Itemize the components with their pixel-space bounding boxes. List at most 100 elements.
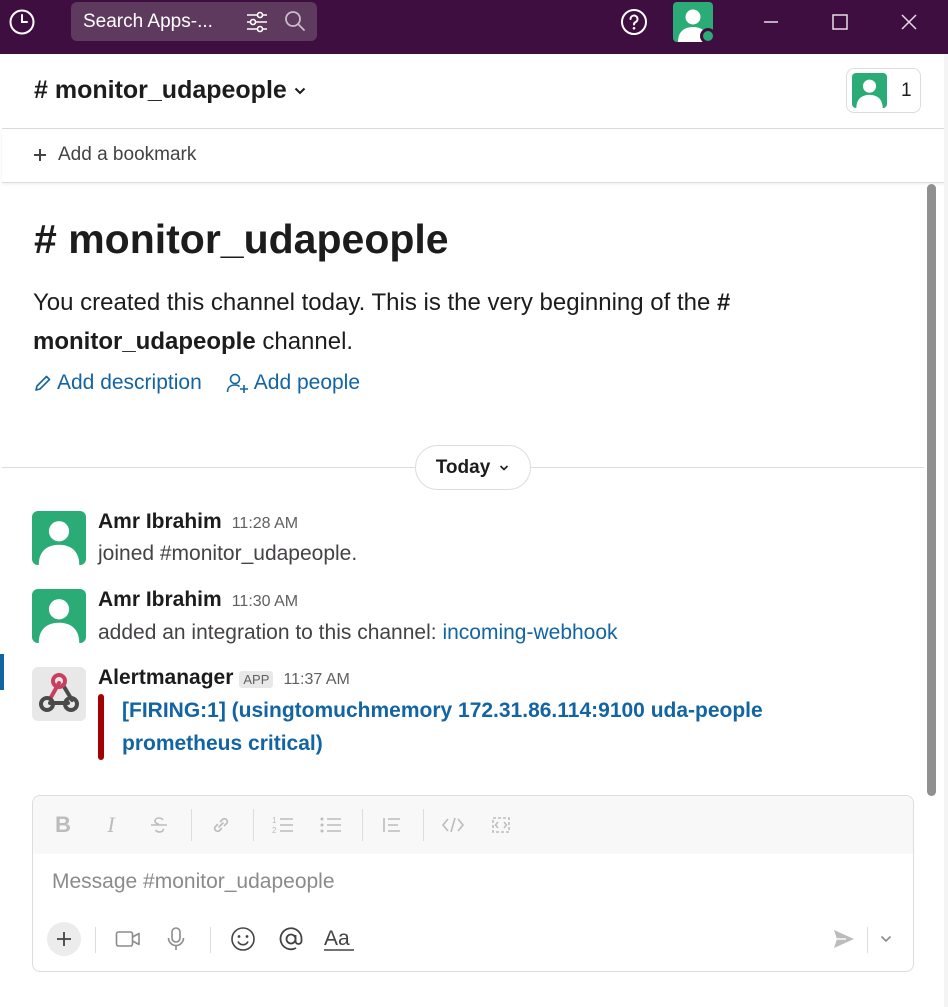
add-people-link[interactable]: Add people [226,371,360,395]
title-bar: Search Apps-... [0,0,948,54]
microphone-icon [167,927,185,950]
search-icon[interactable] [283,9,307,33]
svg-text:2: 2 [272,826,277,835]
link-icon[interactable] [206,810,236,840]
formatting-toggle-button[interactable]: Aa [322,922,356,956]
hash-symbol: # [34,216,69,262]
bold-icon[interactable]: B [48,810,78,840]
window-edge [944,54,948,1007]
presence-indicator [700,28,716,44]
attach-button[interactable] [47,922,81,956]
person-icon [38,521,80,565]
minimize-icon [764,21,778,23]
maximize-icon [832,14,848,30]
blockquote-icon[interactable] [377,810,407,840]
author-name[interactable]: Alertmanager [98,666,233,690]
alert-link[interactable]: [FIRING:1] (usingtomuchmemory 172.31.86.… [122,694,812,760]
date-jump-button[interactable]: Today [415,445,531,490]
message-input[interactable]: Message #monitor_udapeople [52,870,335,894]
maximize-button[interactable] [823,6,857,38]
filter-icon[interactable] [245,10,269,34]
app-avatar[interactable] [32,667,86,721]
add-description-link[interactable]: Add description [33,371,202,395]
author-name[interactable]: Amr Ibrahim [98,588,222,612]
message-header: Amr Ibrahim 11:30 AM [98,588,298,612]
history-button[interactable] [8,8,36,36]
add-person-icon [226,373,248,393]
code-icon[interactable] [438,810,468,840]
strikethrough-icon[interactable] [144,810,174,840]
video-button[interactable] [111,922,145,956]
channel-header: # monitor_udapeople 1 [2,54,944,129]
minimize-button[interactable] [754,6,788,38]
message-timestamp[interactable]: 11:37 AM [283,671,349,689]
person-icon [38,599,80,643]
emoji-icon [231,927,255,951]
person-icon [856,79,883,108]
message-header: Alertmanager APP 11:37 AM [98,666,350,690]
author-avatar[interactable] [32,589,86,643]
send-options-button[interactable] [869,922,903,956]
webhook-icon [39,673,79,712]
search-placeholder: Search Apps-... [83,11,213,32]
toolbar-divider [95,927,96,953]
channel-intro-text: You created this channel today. This is … [33,289,731,355]
svg-text:Aa: Aa [324,927,350,950]
plus-icon [57,932,71,946]
italic-icon[interactable]: I [96,810,126,840]
send-icon [834,930,854,948]
bulleted-list-icon[interactable] [316,810,346,840]
formatting-toolbar: B I 12 [33,796,913,854]
message-text: added an integration to this channel: in… [98,621,618,644]
message-text: joined #monitor_udapeople. [98,542,358,565]
author-name[interactable]: Amr Ibrahim [98,510,222,534]
toolbar-divider [362,809,363,841]
close-icon [901,14,917,30]
member-avatar [852,73,887,108]
channel-intro-title: # monitor_udapeople [34,216,449,262]
app-badge: APP [239,671,274,688]
message-header: Amr Ibrahim 11:28 AM [98,510,298,534]
date-label: Today [435,456,491,478]
message-composer: B I 12 Message #monitor_udapeople Aa [32,795,914,972]
chevron-down-icon [294,87,306,94]
add-bookmark-label: Add a bookmark [58,144,197,165]
emoji-button[interactable] [226,922,260,956]
plus-icon [34,149,46,161]
video-icon [115,931,140,947]
channel-name-button[interactable]: # monitor_udapeople [34,76,307,105]
toolbar-divider [210,927,211,953]
new-message-marker [0,654,4,690]
help-icon [621,9,647,35]
channel-name: # monitor_udapeople [34,76,287,104]
search-bar[interactable]: Search Apps-... [71,2,317,41]
message-timestamp[interactable]: 11:30 AM [232,593,298,611]
integration-link[interactable]: incoming-webhook [442,621,617,644]
close-button[interactable] [892,6,926,38]
ordered-list-icon[interactable]: 12 [268,810,298,840]
composer-actions: Aa [33,918,913,968]
pencil-icon [35,375,51,391]
help-button[interactable] [619,7,649,37]
toolbar-divider [191,809,192,841]
audio-button[interactable] [159,922,193,956]
svg-text:1: 1 [272,816,277,825]
add-bookmark-button[interactable]: Add a bookmark [32,144,196,166]
bookmark-bar: Add a bookmark [2,129,944,183]
message-timestamp[interactable]: 11:28 AM [232,515,298,533]
toolbar-divider [253,809,254,841]
scrollbar-thumb[interactable] [927,184,936,796]
members-button[interactable]: 1 [846,68,921,113]
alert-severity-bar [98,694,104,760]
mention-icon [279,927,303,951]
chevron-down-icon [500,464,509,471]
chevron-down-icon [880,935,892,943]
code-block-icon[interactable] [486,810,516,840]
member-count: 1 [901,79,912,101]
mention-button[interactable] [274,922,308,956]
history-icon [9,9,35,35]
toolbar-divider [867,927,868,953]
toolbar-divider [423,809,424,841]
author-avatar[interactable] [32,511,86,565]
send-button[interactable] [827,922,861,956]
